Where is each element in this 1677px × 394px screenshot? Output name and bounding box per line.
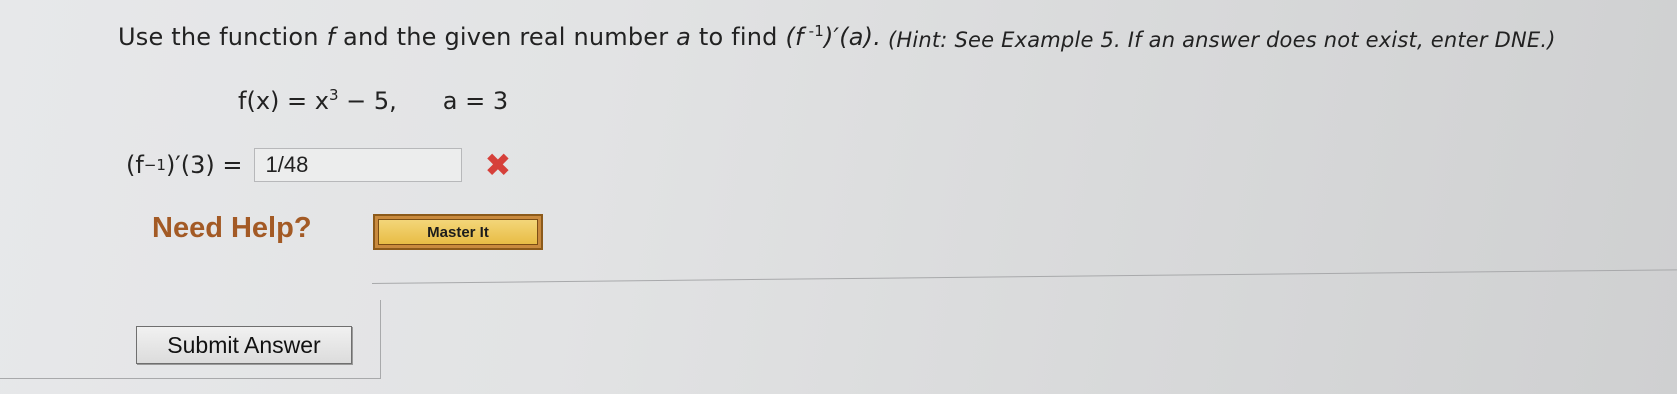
question-mid: and the given real number [335,23,677,51]
question-intro: Use the function [118,23,327,51]
section-divider [371,269,1677,284]
question-expr-open: (f [785,23,804,51]
formula-a-value: a = 3 [442,87,509,115]
question-f: f [326,23,336,51]
need-help-label: Need Help? [152,212,312,244]
formula-rest: − 5, [338,87,397,115]
question-expr-sup: -1 [803,22,824,40]
master-it-button[interactable]: Master It [373,214,543,250]
formula-exponent: 3 [328,86,339,104]
function-definition: f(x) = x3 − 5, a = 3 [238,86,508,115]
answer-input[interactable] [254,148,463,182]
answer-lhs-open: (f [126,151,144,179]
question-hint: (Hint: See Example 5. If an answer does … [881,28,1556,52]
question-expr-close: )′(a). [823,23,882,51]
submit-answer-button[interactable]: Submit Answer [136,326,352,364]
answer-row: (f −1)′(3) = ✖ [126,146,511,184]
answer-lhs-close: )′(3) = [165,151,243,179]
master-it-label: Master It [378,219,538,245]
question-to-find: to find [691,23,786,51]
question-a: a [676,23,692,51]
question-text: Use the function f and the given real nu… [118,22,1556,52]
question-panel: Use the function f and the given real nu… [0,0,1677,394]
answer-lhs-sup: −1 [143,156,166,174]
formula-fx: f(x) = x [238,87,329,115]
incorrect-x-icon: ✖ [484,146,512,184]
